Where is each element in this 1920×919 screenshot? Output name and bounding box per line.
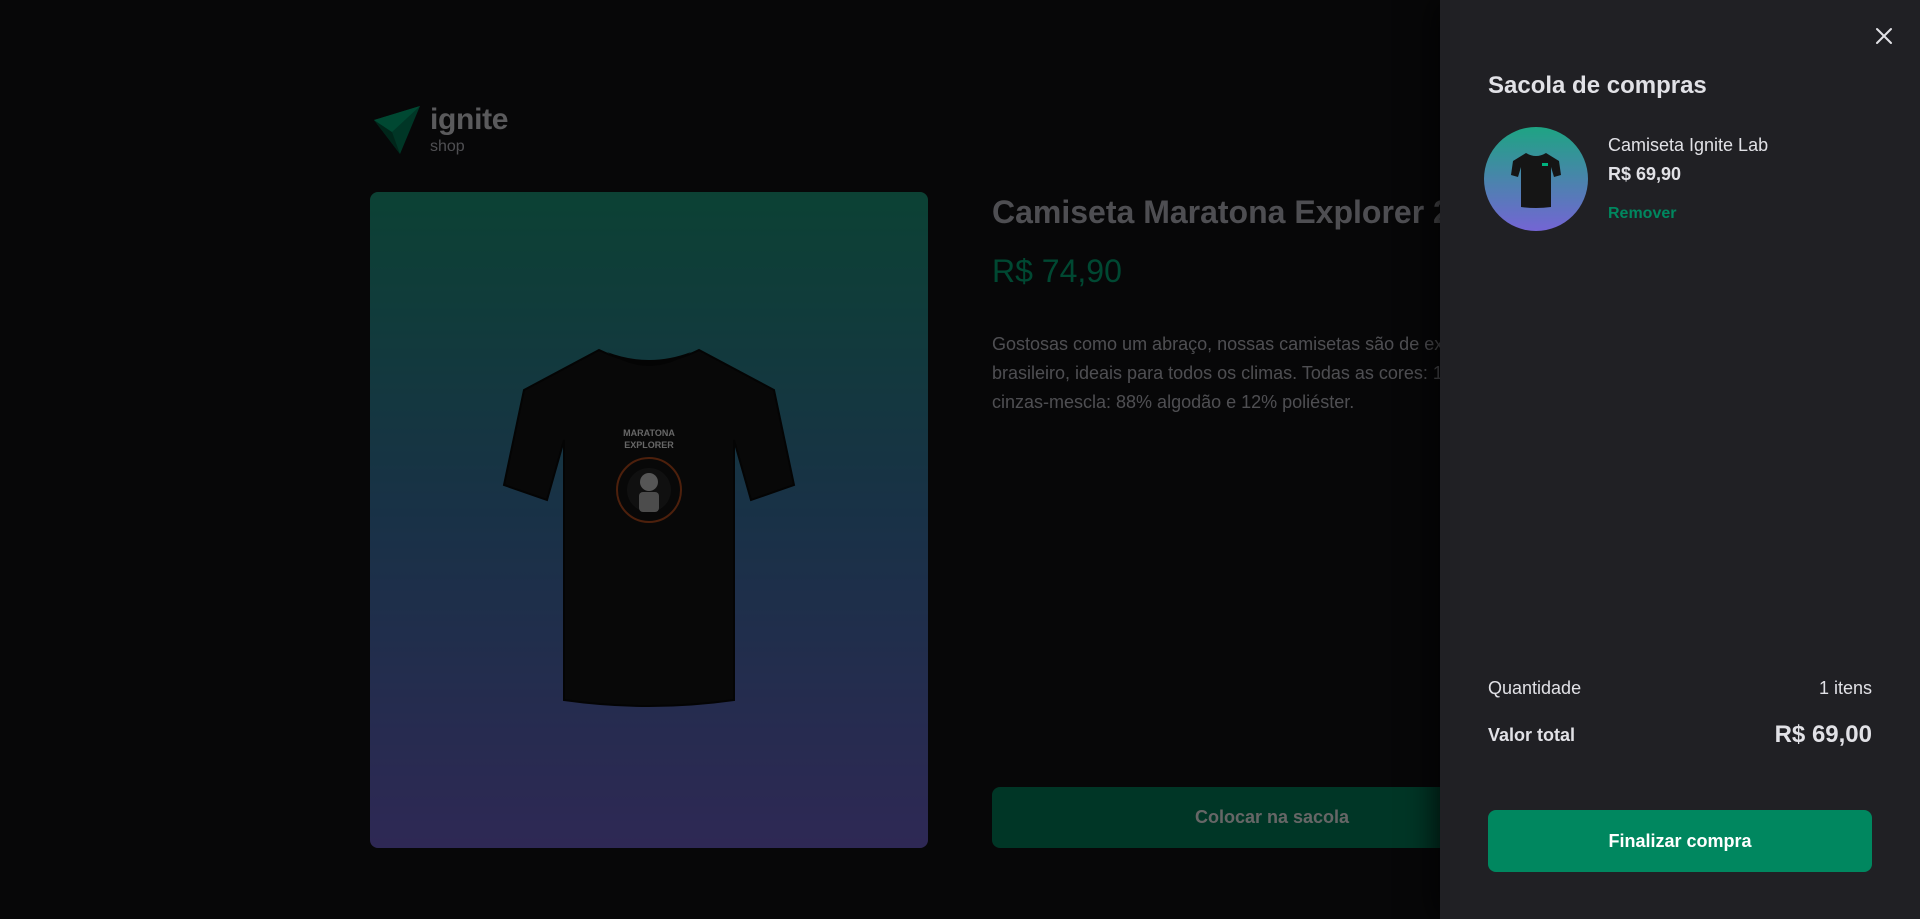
tshirt-image-icon: MARATONA EXPLORER [502,348,796,707]
product-image: MARATONA EXPLORER [370,192,928,848]
total-value: R$ 69,00 [1774,721,1872,748]
cart-title: Sacola de compras [1488,72,1707,99]
total-label: Valor total [1488,724,1576,745]
logo[interactable]: ignite shop [370,102,509,158]
quantity-row: Quantidade 1 itens [1488,678,1872,699]
quantity-label: Quantidade [1488,678,1582,698]
remove-item-button[interactable]: Remover [1608,205,1768,223]
logo-word: ignite [430,103,509,136]
cart-item-price: R$ 69,90 [1608,164,1682,184]
cart-summary: Quantidade 1 itens Valor total R$ 69,00 [1488,678,1872,749]
cart-item-name: Camiseta Ignite Lab [1608,135,1769,155]
cart-item-thumbnail [1484,127,1588,231]
checkout-button[interactable]: Finalizar compra [1488,810,1872,872]
total-row: Valor total R$ 69,00 [1488,721,1872,749]
shirt-print-line2: EXPLORER [624,440,674,450]
close-cart-button[interactable] [1872,24,1896,48]
logo-text: ignite shop [430,103,509,155]
ignite-logo-icon [374,106,420,154]
logo-subtitle: shop [430,138,465,155]
close-icon [1876,28,1892,44]
cart-drawer: Sacola de compras Camiseta Ignite Lab R$… [1440,0,1920,919]
cart-item: Camiseta Ignite Lab R$ 69,90 Remover [1484,127,1768,231]
shirt-print-line1: MARATONA [623,428,675,438]
tshirt-thumbnail-icon [1511,153,1561,208]
cart-item-info: Camiseta Ignite Lab R$ 69,90 Remover [1608,127,1768,231]
quantity-value: 1 itens [1818,678,1872,698]
